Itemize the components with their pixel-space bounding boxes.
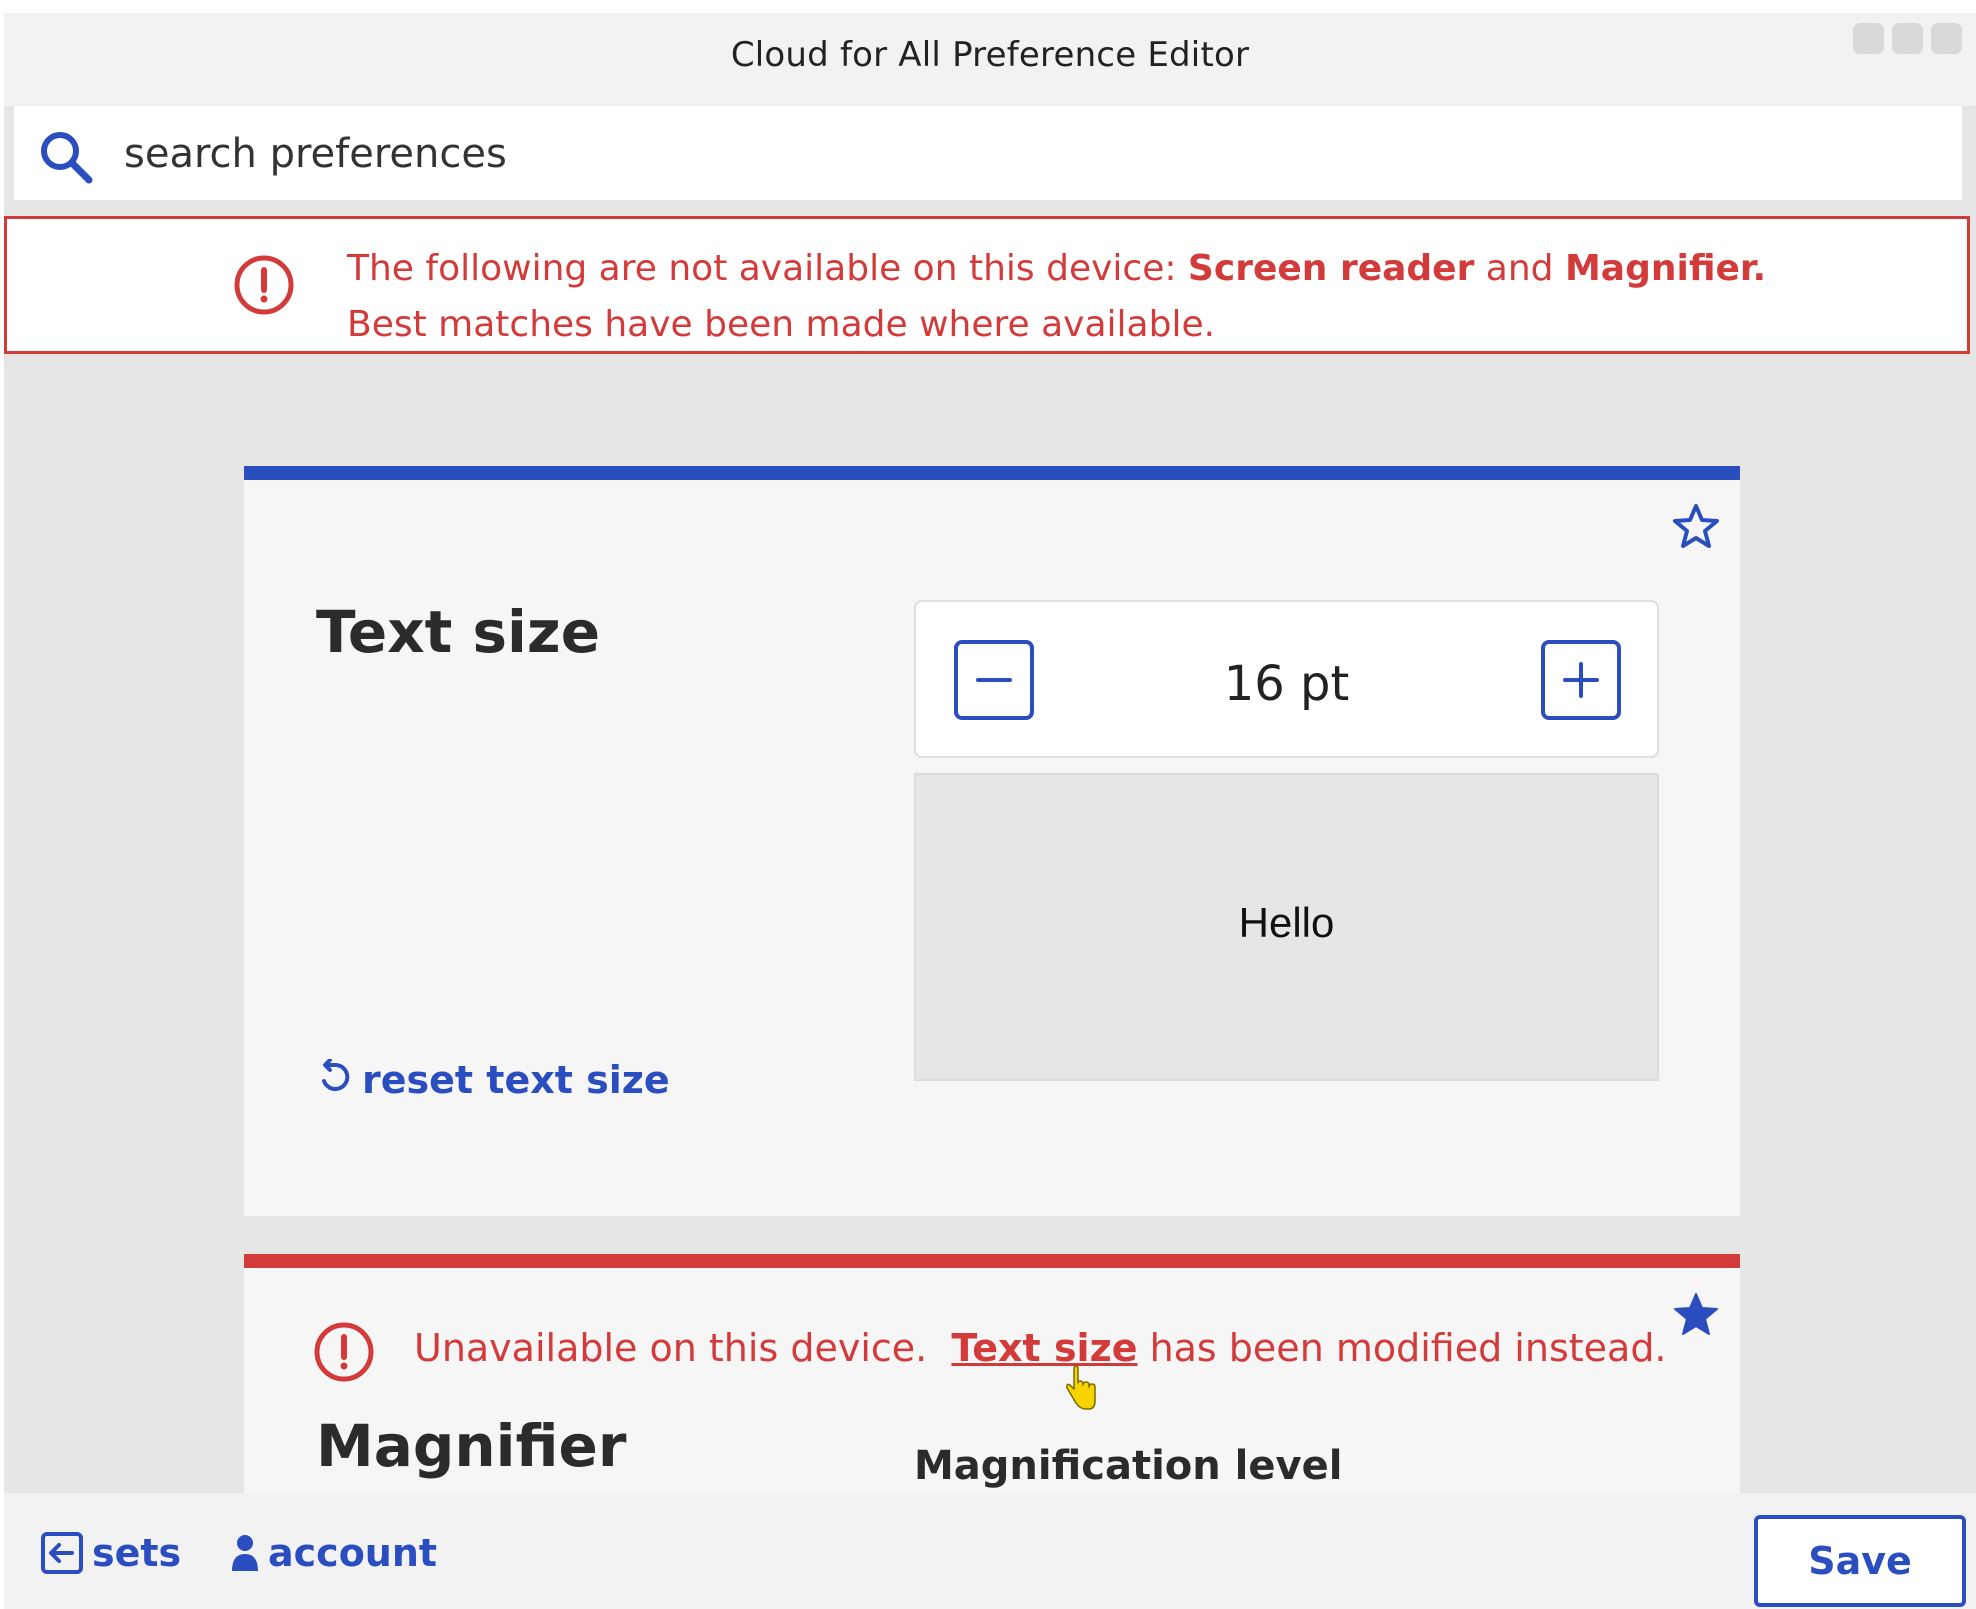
text-size-heading: Text size [316, 598, 601, 666]
title-bar: Cloud for All Preference Editor [4, 13, 1976, 106]
user-icon [232, 1535, 258, 1571]
search-icon [41, 132, 93, 184]
text-size-card: Text size 16 pt Hello reset text size [244, 466, 1740, 1216]
reset-text-size-label: reset text size [362, 1058, 670, 1102]
account-link[interactable]: account [230, 1531, 437, 1575]
account-label: account [268, 1531, 438, 1575]
reset-icon [322, 1059, 350, 1091]
alert-item-magnifier: Magnifier. [1564, 248, 1767, 289]
device-unavailable-alert: The following are not available on this … [4, 216, 1970, 354]
unavailable-suffix: has been modified instead. [1137, 1326, 1667, 1370]
alert-icon [314, 1322, 374, 1382]
sets-link[interactable]: sets [40, 1531, 181, 1575]
alert-line1-prefix: The following are not available on this … [347, 248, 1188, 289]
alert-icon [234, 255, 294, 315]
star-outline-icon[interactable] [1671, 502, 1721, 552]
exit-icon [41, 1532, 83, 1574]
alert-joiner: and [1474, 248, 1565, 289]
alert-item-screen-reader: Screen reader [1187, 248, 1475, 289]
text-size-modified-link[interactable]: Text size [951, 1326, 1137, 1370]
bottom-bar: sets account Save [4, 1493, 1976, 1609]
window-title: Cloud for All Preference Editor [730, 35, 1250, 75]
magnifier-unavailable-message: Unavailable on this device. Text size ha… [414, 1326, 1667, 1370]
hand-cursor-icon [1066, 1365, 1096, 1410]
search-input[interactable] [122, 124, 1926, 184]
unavailable-prefix: Unavailable on this device. [414, 1326, 952, 1370]
save-button[interactable]: Save [1754, 1515, 1966, 1607]
search-bar [14, 106, 1962, 200]
window-controls [1853, 23, 1962, 54]
plus-icon [1563, 662, 1599, 698]
window-control-minimize[interactable] [1853, 23, 1884, 54]
preview-text: Hello [1238, 899, 1335, 946]
magnification-level-label: Magnification level [914, 1443, 1343, 1489]
magnifier-heading: Magnifier [316, 1412, 627, 1480]
alert-line2: Best matches have been made where availa… [347, 304, 1216, 345]
text-size-stepper: 16 pt [914, 600, 1659, 758]
star-filled-icon[interactable] [1671, 1290, 1721, 1340]
window-control-close[interactable] [1931, 23, 1962, 54]
sets-label: sets [92, 1531, 182, 1575]
window-control-maximize[interactable] [1892, 23, 1923, 54]
reset-text-size-link[interactable]: reset text size [316, 1058, 670, 1102]
text-size-preview: Hello [914, 773, 1659, 1081]
app-window: Cloud for All Preference Editor The foll… [4, 13, 1976, 1609]
alert-message: The following are not available on this … [347, 241, 1766, 353]
increase-text-size-button[interactable] [1541, 640, 1621, 720]
